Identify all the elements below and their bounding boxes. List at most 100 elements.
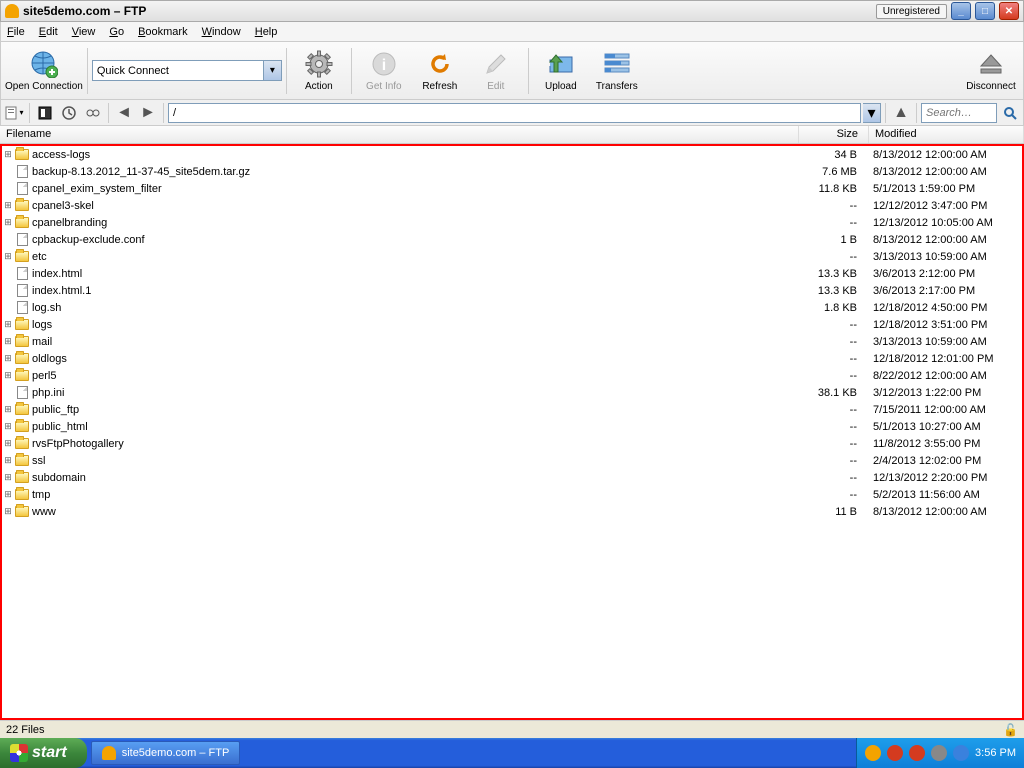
file-row[interactable]: ⊞public_ftp--7/15/2011 12:00:00 AM	[2, 401, 1022, 418]
file-row[interactable]: index.html13.3 KB3/6/2013 2:12:00 PM	[2, 265, 1022, 282]
open-connection-button[interactable]: Open Connection	[5, 44, 83, 98]
file-name: ssl	[32, 455, 797, 467]
menu-file[interactable]: File	[7, 26, 25, 38]
expand-toggle[interactable]: ⊞	[2, 336, 14, 347]
menu-go[interactable]: Go	[109, 26, 124, 38]
upload-button[interactable]: Upload	[533, 44, 589, 98]
file-row[interactable]: ⊞cpanel3-skel--12/12/2012 3:47:00 PM	[2, 197, 1022, 214]
bookmarks-dropdown[interactable]: ▾	[3, 102, 25, 124]
action-label: Action	[305, 81, 333, 92]
file-name: www	[32, 506, 797, 518]
maximize-button[interactable]: □	[975, 2, 995, 20]
file-row[interactable]: ⊞perl5--8/22/2012 12:00:00 AM	[2, 367, 1022, 384]
menu-edit[interactable]: Edit	[39, 26, 58, 38]
expand-toggle[interactable]: ⊞	[2, 472, 14, 483]
tool-btn-3[interactable]	[82, 102, 104, 124]
expand-toggle[interactable]: ⊞	[2, 455, 14, 466]
expand-toggle[interactable]: ⊞	[2, 353, 14, 364]
expand-toggle[interactable]: ⊞	[2, 200, 14, 211]
quick-connect-input[interactable]	[92, 60, 264, 81]
tray-icon[interactable]	[865, 745, 881, 761]
file-row[interactable]: php.ini38.1 KB3/12/2013 1:22:00 PM	[2, 384, 1022, 401]
system-tray[interactable]: 3:56 PM	[856, 738, 1024, 768]
menubar: File Edit View Go Bookmark Window Help	[0, 22, 1024, 42]
tool-btn-1[interactable]	[34, 102, 56, 124]
expand-toggle[interactable]: ⊞	[2, 149, 14, 160]
file-row[interactable]: index.html.113.3 KB3/6/2013 2:17:00 PM	[2, 282, 1022, 299]
menu-window[interactable]: Window	[202, 26, 241, 38]
file-row[interactable]: ⊞access-logs34 B8/13/2012 12:00:00 AM	[2, 146, 1022, 163]
expand-toggle[interactable]: ⊞	[2, 506, 14, 517]
col-size[interactable]: Size	[799, 126, 869, 143]
transfers-button[interactable]: Transfers	[589, 44, 645, 98]
file-row[interactable]: ⊞public_html--5/1/2013 10:27:00 AM	[2, 418, 1022, 435]
info-icon: i	[369, 49, 399, 79]
get-info-button[interactable]: i Get Info	[356, 44, 412, 98]
file-row[interactable]: ⊞etc--3/13/2013 10:59:00 AM	[2, 248, 1022, 265]
disconnect-button[interactable]: Disconnect	[963, 44, 1019, 98]
file-row[interactable]: ⊞tmp--5/2/2013 11:56:00 AM	[2, 486, 1022, 503]
folder-icon	[14, 148, 30, 162]
tray-icon[interactable]	[931, 745, 947, 761]
file-row[interactable]: ⊞logs--12/18/2012 3:51:00 PM	[2, 316, 1022, 333]
action-button[interactable]: Action	[291, 44, 347, 98]
file-row[interactable]: ⊞www11 B8/13/2012 12:00:00 AM	[2, 503, 1022, 520]
window-title: site5demo.com – FTP	[23, 4, 872, 18]
expand-toggle[interactable]: ⊞	[2, 217, 14, 228]
expand-toggle[interactable]: ⊞	[2, 370, 14, 381]
file-size: --	[797, 421, 867, 433]
menu-view[interactable]: View	[72, 26, 96, 38]
expand-toggle[interactable]: ⊞	[2, 438, 14, 449]
tray-icon[interactable]	[953, 745, 969, 761]
start-button[interactable]: start	[0, 738, 87, 768]
expand-toggle[interactable]: ⊞	[2, 421, 14, 432]
path-input[interactable]	[168, 103, 861, 123]
file-row[interactable]: ⊞subdomain--12/13/2012 2:20:00 PM	[2, 469, 1022, 486]
file-list[interactable]: ⊞access-logs34 B8/13/2012 12:00:00 AMbac…	[0, 144, 1024, 720]
refresh-button[interactable]: Refresh	[412, 44, 468, 98]
file-modified: 7/15/2011 12:00:00 AM	[867, 404, 1022, 416]
expand-toggle[interactable]: ⊞	[2, 251, 14, 262]
file-row[interactable]: ⊞oldlogs--12/18/2012 12:01:00 PM	[2, 350, 1022, 367]
transfers-icon	[602, 49, 632, 79]
file-row[interactable]: log.sh1.8 KB12/18/2012 4:50:00 PM	[2, 299, 1022, 316]
file-row[interactable]: ⊞mail--3/13/2013 10:59:00 AM	[2, 333, 1022, 350]
close-button[interactable]: ✕	[999, 2, 1019, 20]
history-button[interactable]	[58, 102, 80, 124]
path-dropdown[interactable]: ▾	[863, 103, 881, 123]
file-icon	[14, 284, 30, 298]
file-row[interactable]: cpbackup-exclude.conf1 B8/13/2012 12:00:…	[2, 231, 1022, 248]
search-button[interactable]	[999, 102, 1021, 124]
taskbar-item[interactable]: site5demo.com – FTP	[91, 741, 241, 765]
file-size: 11 B	[797, 506, 867, 518]
file-row[interactable]: cpanel_exim_system_filter11.8 KB5/1/2013…	[2, 180, 1022, 197]
tray-icon[interactable]	[887, 745, 903, 761]
file-modified: 8/13/2012 12:00:00 AM	[867, 149, 1022, 161]
col-filename[interactable]: Filename	[0, 126, 799, 143]
expand-toggle[interactable]: ⊞	[2, 319, 14, 330]
expand-toggle[interactable]: ⊞	[2, 404, 14, 415]
unregistered-badge[interactable]: Unregistered	[876, 4, 947, 19]
search-input[interactable]	[921, 103, 997, 123]
file-row[interactable]: ⊞ssl--2/4/2013 12:02:00 PM	[2, 452, 1022, 469]
quick-connect-dropdown[interactable]: ▾	[264, 60, 282, 81]
expand-toggle[interactable]: ⊞	[2, 489, 14, 500]
menu-help[interactable]: Help	[255, 26, 278, 38]
file-row[interactable]: backup-8.13.2012_11-37-45_site5dem.tar.g…	[2, 163, 1022, 180]
file-modified: 12/18/2012 3:51:00 PM	[867, 319, 1022, 331]
forward-button[interactable]: ►	[137, 102, 159, 124]
up-button[interactable]: ▲	[890, 102, 912, 124]
file-modified: 12/18/2012 4:50:00 PM	[867, 302, 1022, 314]
file-modified: 2/4/2013 12:02:00 PM	[867, 455, 1022, 467]
col-modified[interactable]: Modified	[869, 126, 1024, 143]
file-name: subdomain	[32, 472, 797, 484]
back-button[interactable]: ◄	[113, 102, 135, 124]
file-size: 1.8 KB	[797, 302, 867, 314]
search-icon	[1003, 106, 1017, 120]
menu-bookmark[interactable]: Bookmark	[138, 26, 188, 38]
tray-icon[interactable]	[909, 745, 925, 761]
edit-button[interactable]: Edit	[468, 44, 524, 98]
file-row[interactable]: ⊞cpanelbranding--12/13/2012 10:05:00 AM	[2, 214, 1022, 231]
minimize-button[interactable]: _	[951, 2, 971, 20]
file-row[interactable]: ⊞rvsFtpPhotogallery--11/8/2012 3:55:00 P…	[2, 435, 1022, 452]
